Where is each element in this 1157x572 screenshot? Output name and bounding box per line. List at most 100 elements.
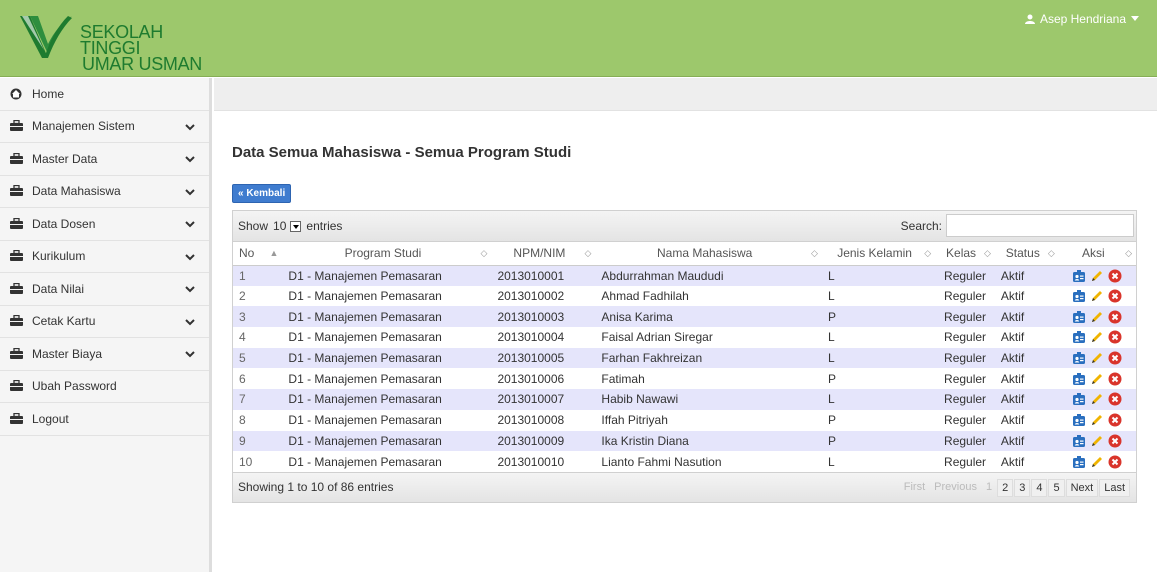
sidebar-item-home[interactable]: Home bbox=[0, 78, 209, 111]
column-header-status[interactable]: Status ◇ bbox=[994, 242, 1059, 266]
sidebar-item-manajemen-sistem[interactable]: Manajemen Sistem bbox=[0, 111, 209, 143]
sidebar-item-master-data[interactable]: Master Data bbox=[0, 143, 209, 176]
pager-page-2[interactable]: 2 bbox=[997, 478, 1014, 497]
delete-icon[interactable] bbox=[1108, 413, 1122, 427]
cell-no: 4 bbox=[233, 327, 283, 348]
sidebar-item-data-dosen[interactable]: Data Dosen bbox=[0, 208, 209, 241]
detail-icon[interactable] bbox=[1072, 289, 1086, 303]
table-row: 7 D1 - Manajemen Pemasaran 2013010007 Habib… bbox=[233, 389, 1136, 410]
cell-npm-nim: 2013010004 bbox=[491, 327, 596, 348]
sidebar-item-logout[interactable]: Logout bbox=[0, 403, 209, 436]
sidebar-item-data-mahasiswa[interactable]: Data Mahasiswa bbox=[0, 176, 209, 208]
top-header: SEKOLAH TINGGI UMAR USMAN Asep Hendriana bbox=[0, 0, 1157, 77]
column-header-no[interactable]: No ▲ bbox=[233, 242, 283, 266]
pager-last-button[interactable]: Last bbox=[1099, 478, 1130, 497]
column-header-label: Program Studi bbox=[344, 246, 422, 261]
cell-jenis-kelamin: L bbox=[821, 285, 936, 307]
cell-jenis-kelamin: L bbox=[821, 265, 936, 286]
briefcase-icon bbox=[10, 250, 24, 262]
delete-icon[interactable] bbox=[1108, 351, 1122, 365]
detail-icon[interactable] bbox=[1072, 392, 1086, 406]
edit-pencil-icon[interactable] bbox=[1090, 413, 1104, 427]
column-header-label: Kelas bbox=[946, 246, 977, 261]
cell-program-studi: D1 - Manajemen Pemasaran bbox=[282, 265, 492, 286]
cell-jenis-kelamin: P bbox=[821, 306, 936, 328]
edit-pencil-icon[interactable] bbox=[1090, 289, 1104, 303]
cell-status: Aktif bbox=[994, 327, 1059, 348]
sort-icon: ◇ bbox=[1125, 248, 1132, 258]
sidebar-item-cetak-kartu[interactable]: Cetak Kartu bbox=[0, 306, 209, 338]
edit-pencil-icon[interactable] bbox=[1090, 310, 1104, 324]
sidebar-item-data-nilai[interactable]: Data Nilai bbox=[0, 273, 209, 306]
table-row: 8 D1 - Manajemen Pemasaran 2013010008 Iffah… bbox=[233, 409, 1136, 431]
cell-aksi bbox=[1058, 389, 1136, 410]
datatable-toolbar: Show 10 entries Search: bbox=[233, 211, 1136, 242]
column-header-npm-nim[interactable]: NPM/NIM ◇ bbox=[491, 242, 596, 266]
edit-pencil-icon[interactable] bbox=[1090, 351, 1104, 365]
cell-nama-mahasiswa: Farhan Fakhreizan bbox=[595, 347, 822, 369]
cell-nama-mahasiswa: Abdurrahman Maududi bbox=[595, 265, 822, 286]
detail-icon[interactable] bbox=[1072, 351, 1086, 365]
column-header-kelas[interactable]: Kelas ◇ bbox=[935, 242, 995, 266]
sort-icon: ◇ bbox=[1047, 248, 1055, 258]
edit-pencil-icon[interactable] bbox=[1090, 392, 1104, 406]
column-header-aksi[interactable]: Aksi ◇ bbox=[1058, 242, 1136, 266]
cell-npm-nim: 2013010001 bbox=[491, 265, 596, 286]
delete-icon[interactable] bbox=[1108, 289, 1122, 303]
sort-icon: ◇ bbox=[480, 248, 488, 258]
detail-icon[interactable] bbox=[1072, 372, 1086, 386]
column-header-jenis-kelamin[interactable]: Jenis Kelamin ◇ bbox=[821, 242, 936, 266]
table-row: 9 D1 - Manajemen Pemasaran 2013010009 Ika K… bbox=[233, 430, 1136, 452]
delete-icon[interactable] bbox=[1108, 372, 1122, 386]
pager-first-button[interactable]: First bbox=[900, 479, 929, 497]
delete-icon[interactable] bbox=[1108, 455, 1122, 469]
chevron-down-icon bbox=[185, 218, 195, 228]
cell-jenis-kelamin: L bbox=[821, 451, 936, 472]
column-header-program-studi[interactable]: Program Studi ◇ bbox=[282, 242, 492, 266]
pager-page-4[interactable]: 4 bbox=[1031, 478, 1048, 497]
search-label: Search: bbox=[900, 218, 942, 233]
search-input[interactable] bbox=[946, 214, 1134, 237]
cell-nama-mahasiswa: Ahmad Fadhilah bbox=[595, 285, 822, 307]
detail-icon[interactable] bbox=[1072, 310, 1086, 324]
cell-nama-mahasiswa: Faisal Adrian Siregar bbox=[595, 327, 822, 348]
edit-pencil-icon[interactable] bbox=[1090, 330, 1104, 344]
pager-previous-button[interactable]: Previous bbox=[930, 479, 981, 497]
delete-icon[interactable] bbox=[1108, 330, 1122, 344]
cell-aksi bbox=[1058, 285, 1136, 307]
cell-jenis-kelamin: P bbox=[821, 430, 936, 452]
detail-icon[interactable] bbox=[1072, 269, 1086, 283]
delete-icon[interactable] bbox=[1108, 310, 1122, 324]
sidebar-item-master-biaya[interactable]: Master Biaya bbox=[0, 338, 209, 371]
delete-icon[interactable] bbox=[1108, 269, 1122, 283]
detail-icon[interactable] bbox=[1072, 434, 1086, 448]
delete-icon[interactable] bbox=[1108, 434, 1122, 448]
sidebar-item-kurikulum[interactable]: Kurikulum bbox=[0, 241, 209, 273]
show-label: Show bbox=[238, 219, 269, 233]
detail-icon[interactable] bbox=[1072, 413, 1086, 427]
column-header-nama-mahasiswa[interactable]: Nama Mahasiswa ◇ bbox=[595, 242, 822, 266]
pager-next-button[interactable]: Next bbox=[1065, 478, 1099, 497]
edit-pencil-icon[interactable] bbox=[1090, 269, 1104, 283]
sidebar-item-ubah-password[interactable]: Ubah Password bbox=[0, 371, 209, 403]
detail-icon[interactable] bbox=[1072, 330, 1086, 344]
edit-pencil-icon[interactable] bbox=[1090, 372, 1104, 386]
logo[interactable]: SEKOLAH TINGGI UMAR USMAN bbox=[18, 12, 208, 73]
sidebar: Home Manajemen Sistem Master Data Data Maha… bbox=[0, 78, 212, 572]
edit-pencil-icon[interactable] bbox=[1090, 455, 1104, 469]
column-header-label: NPM/NIM bbox=[513, 246, 566, 261]
cell-aksi bbox=[1058, 306, 1136, 328]
cell-status: Aktif bbox=[994, 430, 1059, 452]
delete-icon[interactable] bbox=[1108, 392, 1122, 406]
pager-page-1[interactable]: 1 bbox=[982, 479, 996, 497]
entries-length-select[interactable]: 10 bbox=[273, 219, 302, 233]
pager-page-5[interactable]: 5 bbox=[1048, 478, 1065, 497]
pager-page-3[interactable]: 3 bbox=[1014, 478, 1031, 497]
cell-status: Aktif bbox=[994, 306, 1059, 328]
detail-icon[interactable] bbox=[1072, 455, 1086, 469]
back-button[interactable]: « Kembali bbox=[232, 184, 292, 203]
user-menu[interactable]: Asep Hendriana bbox=[1024, 12, 1139, 26]
table-info: Showing 1 to 10 of 86 entries bbox=[238, 480, 394, 495]
cell-program-studi: D1 - Manajemen Pemasaran bbox=[282, 368, 492, 390]
edit-pencil-icon[interactable] bbox=[1090, 434, 1104, 448]
